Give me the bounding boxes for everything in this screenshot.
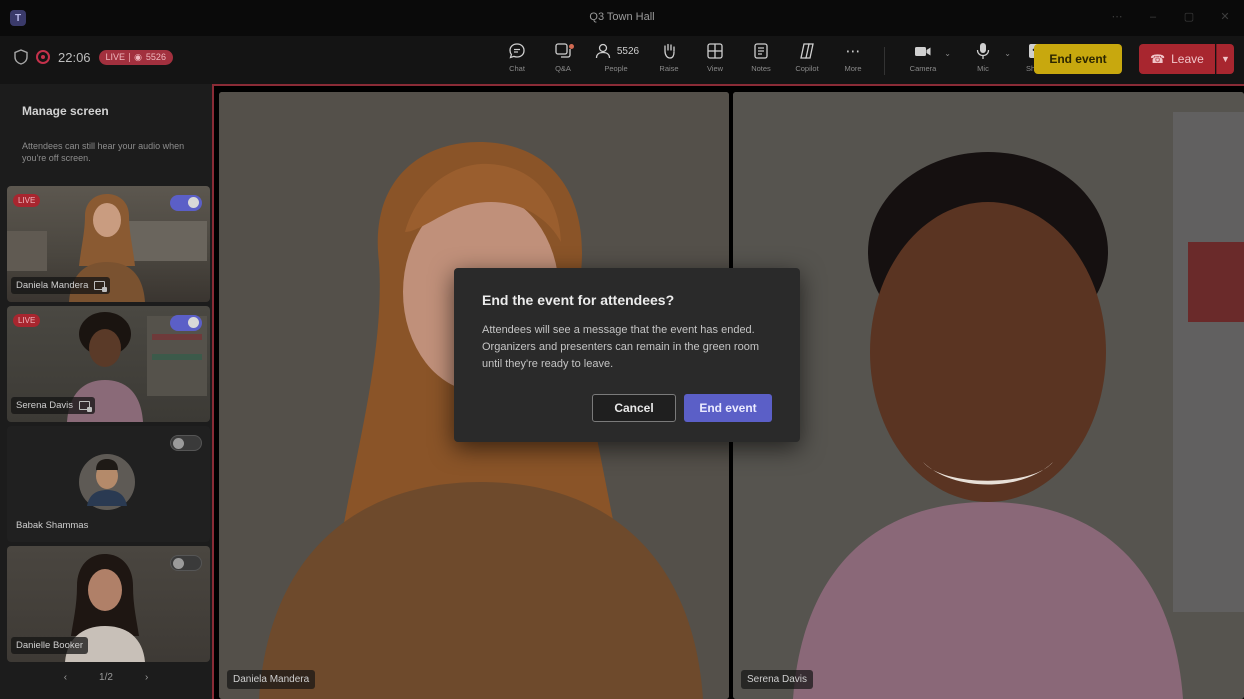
raise-label: Raise	[659, 64, 679, 73]
meeting-toolbar: 22:06 LIVE ◉ 5526 Chat Q&A 5526 People R	[0, 36, 1244, 84]
raise-hand-icon	[664, 43, 675, 59]
chevron-right-icon[interactable]: ›	[145, 672, 148, 683]
people-count: 5526	[616, 45, 640, 57]
confirm-end-event-button[interactable]: End event	[684, 394, 772, 422]
more-icon: ⋯	[845, 43, 861, 60]
tile-pager: ‹ 1/2 ›	[0, 672, 212, 683]
toolbar-divider	[884, 47, 885, 75]
notes-label: Notes	[751, 64, 771, 73]
microphone-icon	[976, 43, 990, 59]
notes-button[interactable]: Notes	[738, 41, 784, 81]
chevron-left-icon[interactable]: ‹	[64, 672, 67, 683]
mic-label: Mic	[977, 64, 989, 73]
participant-name-tag: Serena Davis	[11, 397, 96, 414]
on-screen-toggle[interactable]	[170, 195, 202, 211]
meeting-status: 22:06 LIVE ◉ 5526	[14, 49, 173, 65]
participant-name-tag: Danielle Booker	[11, 637, 89, 654]
view-label: View	[706, 64, 724, 73]
live-tag: LIVE	[13, 194, 41, 207]
copilot-label: Copilot	[795, 64, 819, 73]
copilot-button[interactable]: Copilot	[784, 41, 830, 81]
participant-name-tag: Babak Shammas	[11, 517, 93, 534]
stage-video-right: Serena Davis	[733, 92, 1244, 699]
people-label: People	[604, 64, 628, 73]
view-button[interactable]: View	[692, 41, 738, 81]
eye-icon: ◉	[134, 51, 142, 62]
qa-label: Q&A	[555, 64, 571, 73]
on-screen-toggle[interactable]	[170, 555, 202, 571]
participant-name: Daniela Mandera	[16, 280, 89, 291]
leave-chevron-down-icon[interactable]: ▼	[1216, 44, 1234, 74]
title-bar: T Q3 Town Hall ⋯ – ▢ ✕	[0, 0, 1244, 36]
panel-title: Manage screen	[22, 104, 109, 118]
chat-label: Chat	[509, 64, 525, 73]
participant-name: Serena Davis	[16, 400, 74, 411]
copilot-icon	[800, 43, 814, 59]
live-badge: LIVE ◉ 5526	[98, 49, 173, 65]
view-icon	[707, 43, 723, 59]
recording-icon	[36, 50, 50, 64]
people-icon	[595, 43, 611, 59]
viewer-count: 5526	[145, 52, 166, 62]
meeting-timer: 22:06	[58, 49, 91, 65]
camera-icon	[915, 47, 931, 56]
raise-hand-button[interactable]: Raise	[646, 41, 692, 81]
participant-name-tag: Daniela Mandera	[11, 277, 111, 294]
screen-share-icon	[79, 401, 93, 412]
chat-icon	[509, 43, 525, 59]
more-button[interactable]: ⋯ More	[830, 41, 876, 81]
camera-button[interactable]: ⌄ Camera	[893, 41, 953, 81]
participant-name: Babak Shammas	[16, 520, 89, 531]
cancel-button[interactable]: Cancel	[592, 394, 676, 422]
stage-name-tag: Serena Davis	[741, 670, 814, 689]
presenter-video	[733, 92, 1244, 699]
window-controls: ⋯ – ▢ ✕	[1110, 10, 1232, 24]
manage-screen-panel: Manage screen Attendees can still hear y…	[0, 84, 212, 699]
on-screen-toggle[interactable]	[170, 435, 202, 451]
leave-button[interactable]: ☎ Leave	[1139, 44, 1215, 74]
chat-button[interactable]: Chat	[494, 41, 540, 81]
window-title: Q3 Town Hall	[589, 11, 655, 23]
live-tag: LIVE	[13, 314, 41, 327]
screen-share-icon	[94, 281, 108, 292]
participant-name: Danielle Booker	[16, 640, 84, 651]
on-screen-toggle[interactable]	[170, 315, 202, 331]
more-label: More	[844, 64, 862, 73]
stage-name-tag: Daniela Mandera	[227, 670, 316, 689]
notes-icon	[754, 43, 768, 59]
ellipsis-icon[interactable]: ⋯	[1110, 10, 1124, 24]
participant-tile[interactable]: LIVE Daniela Mandera	[7, 186, 210, 302]
dialog-title: End the event for attendees?	[482, 292, 675, 308]
camera-label: Camera	[909, 64, 937, 73]
leave-label: Leave	[1171, 52, 1204, 66]
participant-tile[interactable]: Babak Shammas	[7, 426, 210, 542]
phone-hangup-icon: ☎	[1150, 52, 1166, 66]
participant-tile[interactable]: LIVE Serena Davis	[7, 306, 210, 422]
dialog-message: Attendees will see a message that the ev…	[482, 324, 759, 370]
camera-chevron-down-icon[interactable]: ⌄	[944, 49, 951, 58]
toolbar-actions: Chat Q&A 5526 People Raise View Notes Co…	[494, 41, 1059, 81]
live-label: LIVE	[105, 52, 126, 62]
mic-chevron-down-icon[interactable]: ⌄	[1004, 49, 1011, 58]
mic-button[interactable]: ⌄ Mic	[953, 41, 1013, 81]
panel-description: Attendees can still hear your audio when…	[22, 141, 185, 163]
participant-tile[interactable]: Danielle Booker	[7, 546, 210, 662]
maximize-icon[interactable]: ▢	[1182, 10, 1196, 24]
page-indicator: 1/2	[99, 672, 113, 683]
close-icon[interactable]: ✕	[1218, 10, 1232, 24]
minimize-icon[interactable]: –	[1146, 10, 1160, 24]
qa-notification-dot	[569, 44, 574, 49]
shield-icon[interactable]	[14, 49, 28, 65]
end-event-button[interactable]: End event	[1034, 44, 1122, 74]
people-button[interactable]: 5526 People	[586, 41, 646, 81]
qa-button[interactable]: Q&A	[540, 41, 586, 81]
